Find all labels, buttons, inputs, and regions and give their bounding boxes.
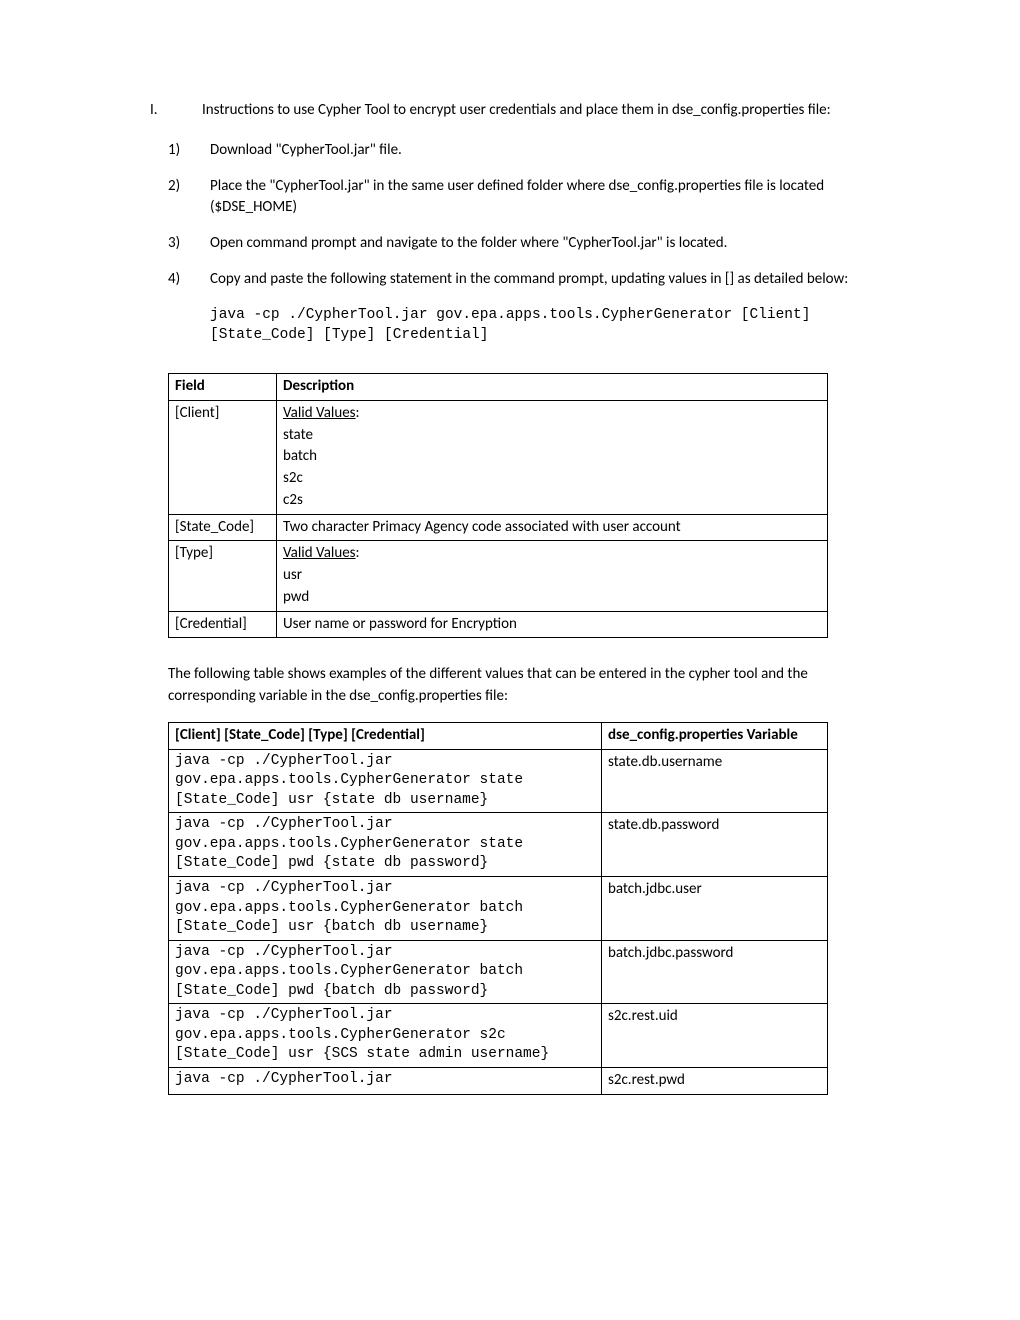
cell-description: Two character Primacy Agency code associ… <box>277 514 828 541</box>
header-description: Description <box>277 374 828 401</box>
cell-description: User name or password for Encryption <box>277 611 828 638</box>
step-text: Open command prompt and navigate to the … <box>210 233 880 255</box>
step-item: 1) Download "CypherTool.jar" file. <box>168 140 880 162</box>
cell-variable: batch.jdbc.password <box>602 940 828 1004</box>
cell-variable: s2c.rest.pwd <box>602 1068 828 1095</box>
cell-variable: s2c.rest.uid <box>602 1004 828 1068</box>
cell-field: [Client] <box>169 400 277 514</box>
value: usr <box>283 566 302 584</box>
valid-values-label: Valid Values <box>283 404 356 422</box>
value: c2s <box>283 491 303 509</box>
step-text: Download "CypherTool.jar" file. <box>210 140 880 162</box>
cell-field: [Credential] <box>169 611 277 638</box>
fields-table: Field Description [Client] Valid Values:… <box>168 373 828 638</box>
code-line: [State_Code] [Type] [Credential] <box>210 325 880 345</box>
cell-command: java -cp ./CypherTool.jar gov.epa.apps.t… <box>169 813 602 877</box>
cell-variable: state.db.password <box>602 813 828 877</box>
cell-command: java -cp ./CypherTool.jar <box>169 1068 602 1095</box>
intro-paragraph: The following table shows examples of th… <box>168 664 880 708</box>
section-heading: I. Instructions to use Cypher Tool to en… <box>150 100 880 122</box>
table-row: [Type] Valid Values: usr pwd <box>169 541 828 611</box>
step-number: 1) <box>168 140 210 162</box>
table-row: java -cp ./CypherTool.jar gov.epa.apps.t… <box>169 940 828 1004</box>
table-row: [State_Code] Two character Primacy Agenc… <box>169 514 828 541</box>
cell-field: [State_Code] <box>169 514 277 541</box>
header-variable: dse_config.properties Variable <box>602 722 828 749</box>
table-row: java -cp ./CypherTool.jar gov.epa.apps.t… <box>169 749 828 813</box>
code-command: java -cp ./CypherTool.jar gov.epa.apps.t… <box>210 305 880 346</box>
section-number: I. <box>150 100 202 122</box>
value: pwd <box>283 588 309 606</box>
cell-variable: batch.jdbc.user <box>602 876 828 940</box>
step-number: 2) <box>168 176 210 220</box>
value: s2c <box>283 469 303 487</box>
step-text: Copy and paste the following statement i… <box>210 269 880 291</box>
table-row: java -cp ./CypherTool.jar gov.epa.apps.t… <box>169 813 828 877</box>
step-item: 3) Open command prompt and navigate to t… <box>168 233 880 255</box>
cell-command: java -cp ./CypherTool.jar gov.epa.apps.t… <box>169 876 602 940</box>
value: state <box>283 426 313 444</box>
header-command: [Client] [State_Code] [Type] [Credential… <box>169 722 602 749</box>
cell-description: Valid Values: usr pwd <box>277 541 828 611</box>
table-header-row: Field Description <box>169 374 828 401</box>
step-item: 2) Place the "CypherTool.jar" in the sam… <box>168 176 880 220</box>
step-number: 3) <box>168 233 210 255</box>
step-number: 4) <box>168 269 210 291</box>
cell-field: [Type] <box>169 541 277 611</box>
table-row: [Client] Valid Values: state batch s2c c… <box>169 400 828 514</box>
table-row: [Credential] User name or password for E… <box>169 611 828 638</box>
section-text: Instructions to use Cypher Tool to encry… <box>202 100 880 122</box>
table-row: java -cp ./CypherTool.jar gov.epa.apps.t… <box>169 876 828 940</box>
cell-command: java -cp ./CypherTool.jar gov.epa.apps.t… <box>169 1004 602 1068</box>
table-header-row: [Client] [State_Code] [Type] [Credential… <box>169 722 828 749</box>
step-item: 4) Copy and paste the following statemen… <box>168 269 880 291</box>
valid-values-label: Valid Values <box>283 544 356 562</box>
code-line: java -cp ./CypherTool.jar gov.epa.apps.t… <box>210 305 880 325</box>
value: batch <box>283 447 317 465</box>
step-text: Place the "CypherTool.jar" in the same u… <box>210 176 880 220</box>
table-row: java -cp ./CypherTool.jar gov.epa.apps.t… <box>169 1004 828 1068</box>
cell-description: Valid Values: state batch s2c c2s <box>277 400 828 514</box>
table-row: java -cp ./CypherTool.jar s2c.rest.pwd <box>169 1068 828 1095</box>
cell-variable: state.db.username <box>602 749 828 813</box>
examples-table: [Client] [State_Code] [Type] [Credential… <box>168 722 828 1095</box>
cell-command: java -cp ./CypherTool.jar gov.epa.apps.t… <box>169 749 602 813</box>
cell-command: java -cp ./CypherTool.jar gov.epa.apps.t… <box>169 940 602 1004</box>
header-field: Field <box>169 374 277 401</box>
